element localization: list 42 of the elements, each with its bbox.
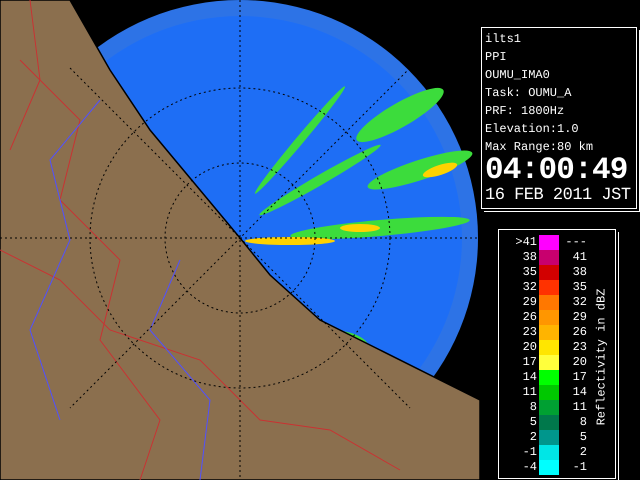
legend-value: 11 — [522, 385, 538, 400]
legend-value: 35 — [572, 280, 588, 295]
legend-value: 20 — [522, 340, 538, 355]
legend-value: 20 — [572, 355, 588, 370]
legend-value: 38 — [572, 265, 588, 280]
legend-value: 17 — [522, 355, 538, 370]
info-line: Elevation:1.0 — [485, 121, 580, 138]
legend-value: 38 — [522, 250, 538, 265]
legend-value: 35 — [522, 265, 538, 280]
legend-value: 23 — [572, 340, 588, 355]
info-line: Task: OUMU_A — [485, 85, 572, 102]
legend-value: 29 — [572, 310, 588, 325]
legend-value: 14 — [522, 370, 538, 385]
legend-value: -1 — [572, 460, 588, 475]
legend-value: -1 — [522, 445, 538, 460]
legend-title: Reflectivity in dBZ — [593, 288, 609, 425]
legend-value: 26 — [522, 310, 538, 325]
legend-value: 17 — [572, 370, 588, 385]
time-display: 04:00:49 — [485, 156, 628, 186]
legend-value: 26 — [572, 325, 588, 340]
legend-value: >41 — [514, 235, 538, 250]
info-line: OUMU_IMA0 — [485, 67, 551, 84]
legend-value: 8 — [578, 415, 588, 430]
legend-value: 5 — [528, 415, 538, 430]
legend-value: 32 — [572, 295, 588, 310]
legend-value: 32 — [522, 280, 538, 295]
legend-value: 2 — [578, 445, 588, 460]
legend-value: 41 — [572, 250, 588, 265]
info-line: ilts1 — [485, 31, 522, 48]
legend-value: --- — [564, 235, 588, 250]
legend-value: 23 — [522, 325, 538, 340]
legend-value: 8 — [528, 400, 538, 415]
legend-value: 14 — [572, 385, 588, 400]
info-line: PRF: 1800Hz — [485, 103, 566, 120]
legend-value: 29 — [522, 295, 538, 310]
date-display: 16 FEB 2011 JST — [485, 186, 632, 206]
legend-value: 5 — [578, 430, 588, 445]
info-line: Max Range:80 km — [485, 139, 594, 156]
info-line: PPI — [485, 49, 508, 66]
legend-value: 2 — [528, 430, 538, 445]
legend-value: -4 — [522, 460, 538, 475]
legend-value: 11 — [572, 400, 588, 415]
